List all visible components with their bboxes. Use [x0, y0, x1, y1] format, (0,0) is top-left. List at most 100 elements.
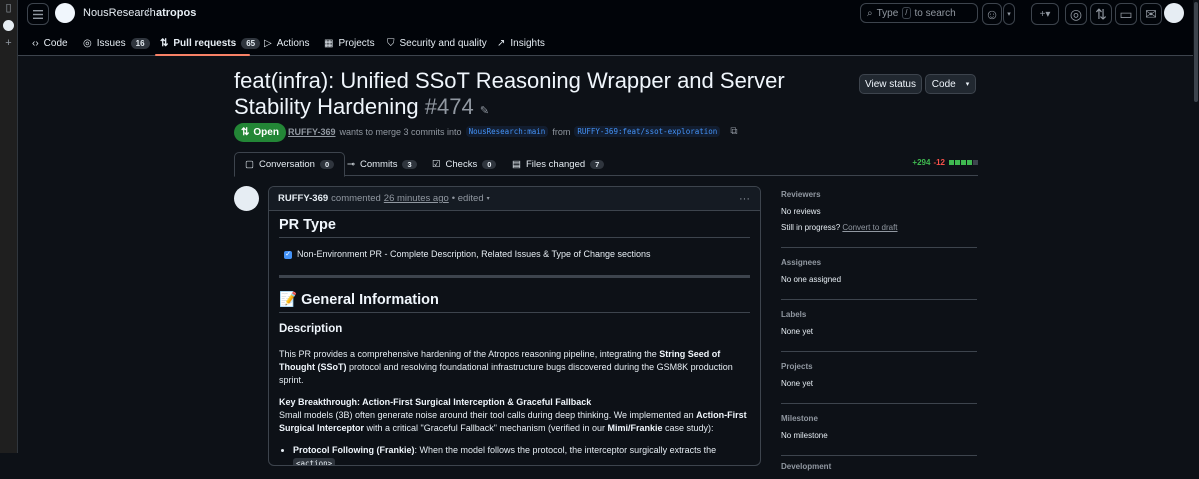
repo-nav-tabs: ‹› Code ◎Issues16 ⇅Pull requests65 ▷Actio… [18, 30, 1193, 56]
heading-description: Description [279, 323, 750, 336]
status-label: Open [253, 127, 279, 138]
hamburger-icon [33, 10, 43, 19]
tab-pull-requests[interactable]: ⇅Pull requests65 [160, 34, 260, 52]
pull-request-icon: ⇅ [241, 127, 249, 138]
tab-code[interactable]: ‹› Code [32, 34, 68, 52]
author-link[interactable]: RUFFY-369 [288, 127, 336, 137]
text: case study): [663, 423, 714, 433]
development-heading[interactable]: Development [781, 462, 977, 471]
tab-files-changed[interactable]: ▤Files changed7 [502, 152, 614, 176]
projects-section: Projects None yet [781, 358, 977, 404]
tab-count: 0 [482, 160, 496, 169]
github-favicon-icon[interactable] [3, 20, 14, 31]
edited-dropdown[interactable]: • edited [452, 193, 484, 204]
tab-actions[interactable]: ▷Actions [264, 34, 310, 52]
tab-count: 16 [131, 38, 150, 49]
edit-pencil-icon[interactable]: ✎ [480, 105, 489, 117]
tab-label: Pull requests [173, 38, 236, 49]
code-dropdown-button[interactable]: Code▾ [925, 74, 976, 94]
panel-icon[interactable]: ▯ [3, 2, 15, 14]
text: : When the model follows the protocol, t… [415, 445, 717, 455]
search-input[interactable]: ⌕ Type / to search [860, 3, 978, 23]
view-status-button[interactable]: View status [859, 74, 922, 94]
pr-meta: RUFFY-369 wants to merge 3 commits into … [288, 126, 737, 137]
tab-security[interactable]: ⛉Security and quality [387, 34, 487, 52]
pull-requests-button[interactable]: ⇅ [1090, 3, 1112, 25]
bold-title: Key Breakthrough: Action-First Surgical … [279, 397, 591, 407]
graph-icon: ↗ [497, 38, 505, 49]
inline-code: <action> [293, 458, 335, 466]
add-tab-icon[interactable]: + [3, 37, 15, 49]
copilot-dropdown-button[interactable]: ▾ [1003, 3, 1015, 25]
chevron-down-icon: ▾ [487, 195, 490, 202]
diffstat-block [973, 160, 978, 165]
milestone-heading[interactable]: Milestone [781, 414, 977, 423]
play-icon: ▷ [264, 38, 272, 49]
diffstat: +294 -12 [912, 158, 978, 167]
tab-checks[interactable]: ☑Checks0 [422, 152, 506, 176]
file-diff-icon: ▤ [512, 159, 521, 170]
text: Small models (3B) often generate noise a… [279, 410, 696, 420]
comment-author-link[interactable]: RUFFY-369 [278, 193, 328, 204]
labels-value: None yet [781, 327, 977, 336]
text: with a critical "Graceful Fallback" mech… [364, 423, 607, 433]
assignees-value: No one assigned [781, 275, 977, 284]
projects-heading[interactable]: Projects [781, 362, 977, 371]
repo-name-link[interactable]: atropos [156, 7, 196, 19]
repo-owner-link[interactable]: NousResearch [83, 7, 156, 19]
page-title: feat(infra): Unified SSoT Reasoning Wrap… [234, 68, 834, 124]
reviewers-heading[interactable]: Reviewers [781, 190, 977, 199]
divider [279, 275, 750, 278]
tab-insights[interactable]: ↗Insights [497, 34, 545, 52]
pr-number: #474 [425, 94, 474, 119]
copilot-button[interactable]: ☺ [982, 3, 1002, 25]
kebab-menu-icon[interactable]: ··· [739, 193, 750, 205]
github-header: NousResearch / atropos ⌕ Type / to searc… [18, 0, 1193, 56]
avatar[interactable] [1164, 3, 1184, 23]
repositories-button[interactable]: ▭ [1115, 3, 1137, 25]
comment-icon: ▢ [245, 159, 254, 170]
search-shortcut-key: / [902, 7, 910, 19]
scrollbar-thumb[interactable] [1194, 2, 1198, 102]
scrollbar[interactable] [1193, 0, 1199, 453]
comment-timestamp[interactable]: 26 minutes ago [384, 193, 449, 204]
text: This PR provides a comprehensive hardeni… [279, 349, 659, 359]
copy-icon[interactable]: ⧉ [730, 126, 737, 137]
progress-question: Still in progress? [781, 223, 840, 232]
github-logo-icon[interactable] [55, 3, 75, 23]
issues-button[interactable]: ◎ [1065, 3, 1087, 25]
tab-label: Code [44, 38, 68, 49]
comment-body: PR Type ✓ Non-Environment PR - Complete … [269, 211, 760, 466]
code-icon: ‹› [32, 38, 39, 49]
heading-pr-type: PR Type [279, 219, 750, 238]
bold-text: Mimi/Frankie [608, 423, 663, 433]
browser-sidebar: ▯ + [0, 0, 18, 453]
tab-count: 0 [320, 160, 334, 169]
comment-author-avatar[interactable] [234, 186, 259, 211]
base-branch[interactable]: NousResearch:main [466, 126, 549, 137]
labels-heading[interactable]: Labels [781, 310, 977, 319]
diffstat-block [967, 160, 972, 165]
tab-issues[interactable]: ◎Issues16 [83, 34, 150, 52]
checkbox-item: ✓ Non-Environment PR - Complete Descript… [284, 248, 750, 261]
milestone-value: No milestone [781, 431, 977, 440]
reviewers-section: Reviewers No reviews Still in progress? … [781, 186, 977, 248]
diffstat-bars [948, 158, 978, 167]
tab-label: Conversation [259, 159, 315, 170]
from-text: from [552, 127, 570, 137]
table-icon: ▦ [324, 38, 333, 49]
tab-count: 3 [402, 160, 416, 169]
assignees-heading[interactable]: Assignees [781, 258, 977, 267]
convert-to-draft-link[interactable]: Convert to draft [842, 223, 897, 232]
list-item: Protocol Following (Frankie): When the m… [293, 444, 750, 466]
tab-commits[interactable]: ⊸Commits3 [337, 152, 427, 176]
menu-button[interactable] [27, 3, 49, 25]
tab-projects[interactable]: ▦Projects [324, 34, 375, 52]
tab-conversation[interactable]: ▢ Conversation 0 [234, 152, 345, 177]
head-branch[interactable]: RUFFY-369:feat/ssot-exploration [574, 126, 720, 137]
checkbox[interactable]: ✓ [284, 251, 292, 259]
development-section: Development [781, 462, 977, 471]
comment-action: commented [331, 193, 381, 204]
notifications-button[interactable]: ✉ [1140, 3, 1162, 25]
create-new-button[interactable]: +▾ [1031, 3, 1059, 25]
